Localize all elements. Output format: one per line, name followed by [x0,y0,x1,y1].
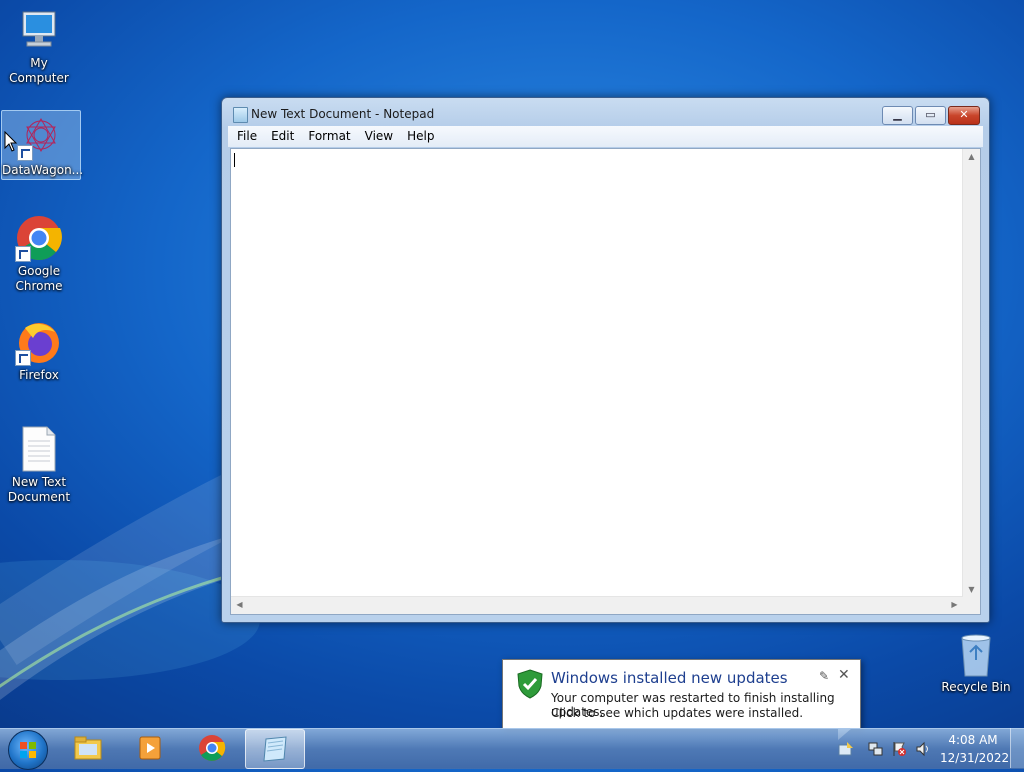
text-caret [234,153,235,167]
clock-time[interactable]: 4:08 AM [944,733,1002,747]
taskbar-media-player[interactable] [121,729,179,767]
close-icon: ✕ [959,108,969,121]
vertical-scrollbar[interactable]: ▲ ▼ [962,149,980,597]
text-editor-area[interactable]: ▲ ▼ ◀ ▶ [230,148,981,615]
close-button[interactable]: ✕ [948,106,980,125]
menu-view[interactable]: View [358,126,400,146]
desktop-icon-label: Recycle Bin [941,680,1011,694]
scroll-down-icon[interactable]: ▼ [963,585,980,594]
desktop-icon-label-line2: Chrome [15,279,63,293]
desktop-icon-label-line2: Document [7,490,71,504]
computer-icon [15,6,63,54]
shortcut-arrow-icon [15,246,31,262]
scroll-up-icon[interactable]: ▲ [963,152,980,161]
desktop-icon-google-chrome[interactable]: Google Chrome [0,214,78,294]
windows-logo-icon [20,742,36,758]
taskbar-windows-explorer[interactable] [59,729,117,767]
notification-close-icon[interactable]: ✕ [838,667,850,683]
mouse-cursor-icon [4,131,18,152]
shortcut-arrow-icon [15,350,31,366]
update-notification-balloon[interactable]: Windows installed new updates Your compu… [502,659,861,740]
maximize-icon: ▭ [925,108,936,121]
start-button[interactable] [8,730,48,770]
menu-bar: File Edit Format View Help [228,126,983,147]
desktop-icon-my-computer[interactable]: My Computer [0,6,78,86]
notepad-icon [263,736,287,762]
recycle-bin-icon [952,630,1000,678]
menu-file[interactable]: File [228,126,264,146]
notepad-window[interactable]: New Text Document - Notepad ▁ ▭ ✕ File Ed… [221,97,990,623]
desktop-icon-firefox[interactable]: Firefox [0,318,78,383]
window-title: New Text Document - Notepad [251,107,435,121]
menu-help[interactable]: Help [400,126,441,146]
text-document-icon [15,425,63,473]
volume-tray-icon[interactable] [915,741,931,757]
chrome-icon [199,735,226,761]
maximize-button[interactable]: ▭ [915,106,946,125]
notification-settings-icon[interactable]: ✎ [819,669,829,683]
security-shield-icon [517,669,543,699]
desktop-icon-label-line1: New Text [11,475,67,489]
scroll-left-icon[interactable]: ◀ [231,600,248,609]
notification-title: Windows installed new updates [551,669,788,687]
media-player-icon [139,736,161,760]
menu-edit[interactable]: Edit [264,126,301,146]
desktop-icon-new-text-document[interactable]: New Text Document [0,425,78,505]
desktop-icon-label: DataWagon... [2,163,84,177]
action-center-flag-icon[interactable] [891,741,907,757]
firefox-icon [15,318,63,366]
network-tray-icon[interactable] [867,741,883,757]
window-titlebar[interactable]: New Text Document - Notepad ▁ ▭ ✕ [222,98,989,126]
chrome-icon [15,214,63,262]
shortcut-arrow-icon [17,145,33,161]
taskbar-google-chrome[interactable] [183,729,241,767]
horizontal-scrollbar[interactable]: ◀ ▶ [231,596,963,614]
notepad-icon [233,107,248,123]
windows-update-tray-icon[interactable] [838,741,854,757]
notification-message-line2: Click to see which updates were installe… [551,706,804,720]
minimize-button[interactable]: ▁ [882,106,913,125]
show-desktop-button[interactable] [1010,728,1024,768]
desktop-icon-recycle-bin[interactable]: Recycle Bin [936,630,1016,695]
taskbar-notepad[interactable] [245,729,305,769]
desktop-icon-label: My Computer [9,56,69,85]
minimize-icon: ▁ [893,108,902,121]
size-grip[interactable] [963,597,980,614]
desktop-icon-label-line1: Google [17,264,61,278]
clock-date[interactable]: 12/31/2022 [940,751,1009,765]
scroll-right-icon[interactable]: ▶ [946,600,963,609]
menu-format[interactable]: Format [301,126,357,146]
desktop-icon-label: Firefox [19,368,59,382]
datawagon-icon [17,113,65,161]
folder-icon [74,736,102,760]
